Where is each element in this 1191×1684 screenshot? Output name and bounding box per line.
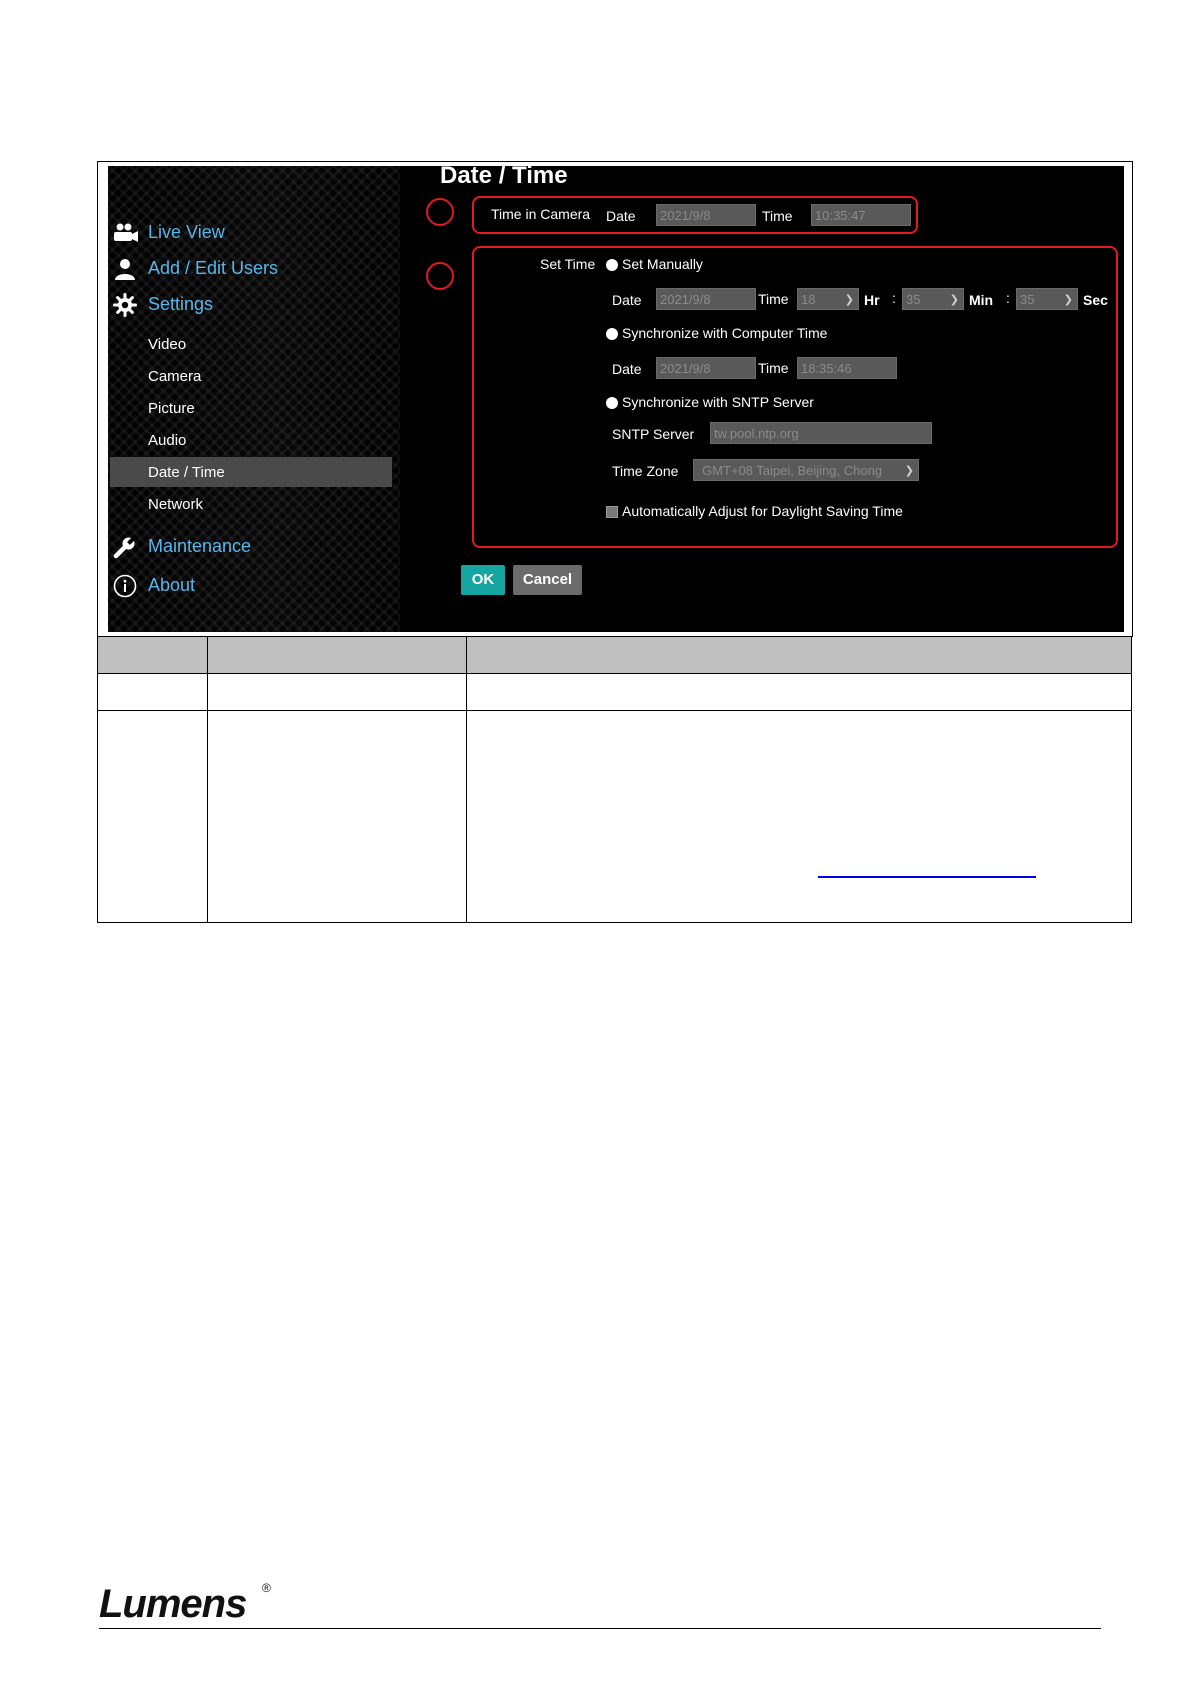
sidebar-item-date-time[interactable]: Date / Time xyxy=(110,457,392,487)
sidebar-item-audio[interactable]: Audio xyxy=(110,425,392,455)
camera-date-label: Date xyxy=(606,208,636,224)
page-title: Date / Time xyxy=(440,166,568,189)
table-cell xyxy=(207,673,467,711)
computer-time-label: Time xyxy=(758,360,789,376)
registered-mark: ® xyxy=(262,1581,271,1595)
sync-computer-radio[interactable] xyxy=(606,328,618,340)
info-icon xyxy=(113,574,137,598)
time-separator: : xyxy=(1006,290,1010,306)
table-cell xyxy=(466,710,1132,923)
sidebar-item-network[interactable]: Network xyxy=(110,489,392,519)
hour-select[interactable]: 18 ❯ xyxy=(797,288,859,310)
sync-sntp-label: Synchronize with SNTP Server xyxy=(622,394,814,410)
table-header-row xyxy=(97,636,1132,674)
sidebar: Live View Add / Edit Users Settings Vide… xyxy=(108,166,400,632)
chevron-down-icon: ❯ xyxy=(844,294,854,306)
lumens-logo: Lumens xyxy=(99,1582,247,1626)
table-cell xyxy=(97,710,208,923)
table-header-cell xyxy=(466,636,1132,674)
hyperlink-underline[interactable] xyxy=(818,876,1036,878)
sync-sntp-radio[interactable] xyxy=(606,397,618,409)
sntp-server-input[interactable]: tw.pool.ntp.org xyxy=(710,422,932,444)
camera-time-label: Time xyxy=(762,208,793,224)
callout-circle-2 xyxy=(426,262,454,290)
description-table xyxy=(97,636,1132,923)
minute-unit-label: Min xyxy=(969,292,994,308)
set-manually-label: Set Manually xyxy=(622,256,703,272)
sidebar-item-camera[interactable]: Camera xyxy=(110,361,392,391)
table-cell xyxy=(97,673,208,711)
camera-date-field: 2021/9/8 xyxy=(656,204,756,226)
sync-computer-label: Synchronize with Computer Time xyxy=(622,325,828,341)
camera-time-field: 10:35:47 xyxy=(811,204,911,226)
sidebar-item-settings[interactable]: Settings xyxy=(108,288,400,322)
sidebar-item-picture[interactable]: Picture xyxy=(110,393,392,423)
sidebar-item-add-edit-users[interactable]: Add / Edit Users xyxy=(108,252,400,286)
gear-icon xyxy=(113,293,137,317)
manual-date-field[interactable]: 2021/9/8 xyxy=(656,288,756,310)
computer-date-field: 2021/9/8 xyxy=(656,357,756,379)
sidebar-item-video[interactable]: Video xyxy=(110,329,392,359)
table-cell xyxy=(207,710,467,923)
dst-label: Automatically Adjust for Daylight Saving… xyxy=(622,503,903,519)
table-header-cell xyxy=(97,636,208,674)
computer-date-label: Date xyxy=(612,361,642,377)
hour-unit-label: Hr xyxy=(864,292,880,308)
ok-button[interactable]: OK xyxy=(461,565,505,595)
time-in-camera-label: Time in Camera xyxy=(491,206,591,222)
computer-time-field: 18:35:46 xyxy=(797,357,897,379)
minute-select[interactable]: 35 ❯ xyxy=(902,288,964,310)
second-select[interactable]: 35 ❯ xyxy=(1016,288,1078,310)
chevron-down-icon: ❯ xyxy=(1063,294,1073,306)
sidebar-item-maintenance[interactable]: Maintenance xyxy=(108,530,400,564)
chevron-down-icon: ❯ xyxy=(949,294,959,306)
second-unit-label: Sec xyxy=(1083,292,1108,308)
table-row xyxy=(97,673,1132,711)
table-row xyxy=(97,710,1132,923)
sidebar-item-live-view[interactable]: Live View xyxy=(108,216,400,250)
wrench-icon xyxy=(113,534,138,559)
camera-group-icon xyxy=(113,221,138,245)
sntp-server-label: SNTP Server xyxy=(612,426,695,442)
user-icon xyxy=(113,257,137,281)
sidebar-item-about[interactable]: About xyxy=(108,569,400,603)
cancel-button[interactable]: Cancel xyxy=(513,565,582,595)
dst-checkbox[interactable] xyxy=(606,506,618,518)
table-cell xyxy=(466,673,1132,711)
set-manually-radio[interactable] xyxy=(606,259,618,271)
time-separator: : xyxy=(892,290,896,306)
set-time-label: Set Time xyxy=(540,256,596,272)
time-zone-select[interactable]: GMT+08 Taipei, Beijing, Chong ❯ xyxy=(693,459,919,481)
time-zone-label: Time Zone xyxy=(612,463,679,479)
table-header-cell xyxy=(207,636,467,674)
chevron-down-icon: ❯ xyxy=(904,465,914,477)
footer-divider xyxy=(99,1628,1101,1629)
web-ui-screenshot: Live View Add / Edit Users Settings Vide… xyxy=(108,166,1124,632)
callout-circle-1 xyxy=(426,198,454,226)
manual-date-label: Date xyxy=(612,292,642,308)
manual-time-label: Time xyxy=(758,291,789,307)
